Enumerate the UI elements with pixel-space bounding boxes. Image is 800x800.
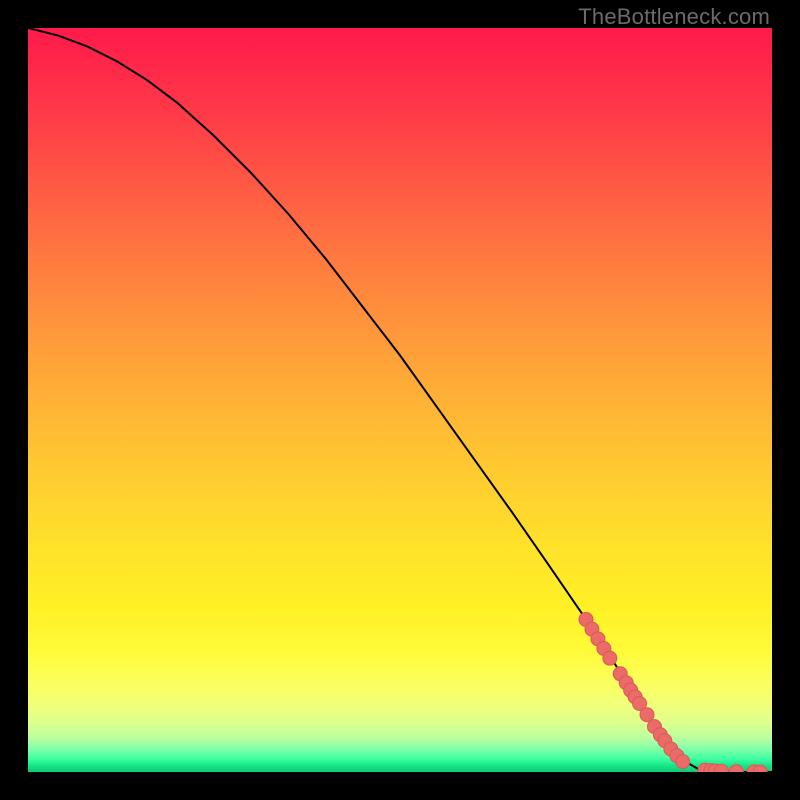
marker-group <box>579 612 767 772</box>
chart-svg <box>28 28 772 772</box>
data-marker <box>729 765 743 772</box>
data-marker <box>676 755 690 769</box>
chart-stage: TheBottleneck.com <box>0 0 800 800</box>
watermark-text: TheBottleneck.com <box>578 4 770 30</box>
data-marker <box>603 651 617 665</box>
plot-area <box>28 28 772 772</box>
curve-line <box>28 28 772 772</box>
